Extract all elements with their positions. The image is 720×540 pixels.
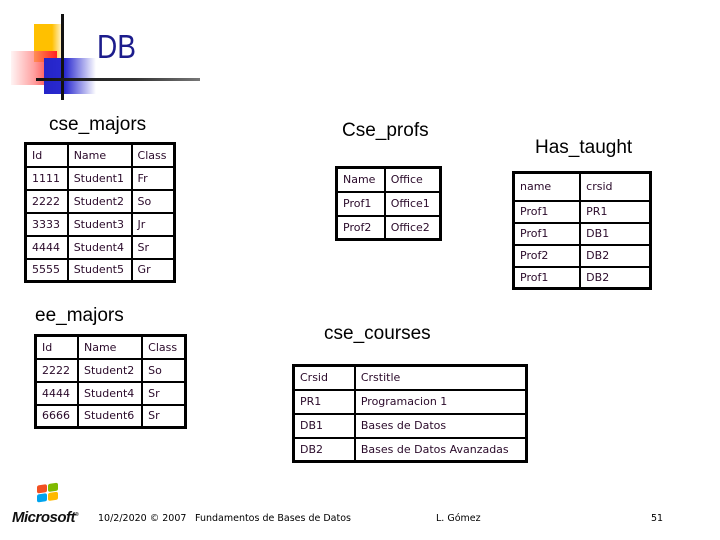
table-cell: Student6 <box>76 403 144 429</box>
table-cell: Prof2 <box>512 243 582 268</box>
table-cell: DB1 <box>292 412 356 439</box>
table-cell: Student4 <box>76 380 144 406</box>
has-taught-table: name crsid Prof1 PR1 Prof1 DB1 Prof2 DB2 Prof1 DB… <box>512 171 652 290</box>
table-cell: So <box>141 357 187 383</box>
slide-title: DB <box>97 28 136 65</box>
footer-author: L. Gómez <box>436 513 481 524</box>
footer-date-copyright: 10/2/2020 © 2007 <box>98 513 187 524</box>
column-header: Name <box>335 166 386 193</box>
table-row: 5555 Student5 Gr <box>24 257 176 283</box>
cse-courses-caption: cse_courses <box>324 323 431 344</box>
column-header: Crsid <box>292 364 356 391</box>
table-cell: Student3 <box>66 211 133 237</box>
microsoft-logo: Microsoft® <box>12 509 79 526</box>
table-cell: Prof1 <box>335 190 386 217</box>
table-cell: Bases de Datos Avanzadas <box>353 436 528 463</box>
table-row: Prof1 DB1 <box>512 221 652 246</box>
table-cell: 4444 <box>34 380 79 406</box>
table-row: Prof1 PR1 <box>512 199 652 224</box>
column-header: Crstitle <box>353 364 528 391</box>
table-row: Prof2 DB2 <box>512 243 652 268</box>
table-cell: Programacion 1 <box>353 388 528 415</box>
table-row: 2222 Student2 So <box>24 188 176 214</box>
table-cell: So <box>130 188 176 214</box>
table-cell: DB2 <box>579 265 652 290</box>
ee-majors-caption: ee_majors <box>35 305 124 326</box>
table-row: 4444 Student4 Sr <box>34 380 187 406</box>
table-cell: Office2 <box>383 214 442 241</box>
microsoft-logo-text: Microsoft <box>12 509 76 526</box>
column-header: Name <box>76 334 144 360</box>
table-cell: Gr <box>130 257 176 283</box>
column-header: Class <box>130 142 176 168</box>
cse-profs-caption: Cse_profs <box>342 120 429 141</box>
ee-majors-table: Id Name Class 2222 Student2 So 4444 Student4 Sr 6… <box>34 334 187 429</box>
registered-mark: ® <box>75 512 79 518</box>
table-cell: PR1 <box>579 199 652 224</box>
column-header: name <box>512 171 582 202</box>
table-cell: 6666 <box>34 403 79 429</box>
table-row: 2222 Student2 So <box>34 357 187 383</box>
footer-page-number: 51 <box>651 513 664 524</box>
microsoft-flag-icon <box>37 482 59 503</box>
table-row: Prof1 Office1 <box>335 190 442 217</box>
table-cell: Sr <box>141 380 187 406</box>
table-cell: 2222 <box>34 357 79 383</box>
table-row: 1111 Student1 Fr <box>24 165 176 191</box>
title-decoration-horizontal-line <box>36 78 200 81</box>
table-row: 4444 Student4 Sr <box>24 234 176 260</box>
table-row: DB2 Bases de Datos Avanzadas <box>292 436 528 463</box>
table-cell: Student1 <box>66 165 133 191</box>
table-cell: DB1 <box>579 221 652 246</box>
table-header-row: Crsid Crstitle <box>292 364 528 391</box>
table-cell: 5555 <box>24 257 69 283</box>
column-header: Id <box>34 334 79 360</box>
table-row: Prof2 Office2 <box>335 214 442 241</box>
table-cell: Student4 <box>66 234 133 260</box>
table-cell: Prof1 <box>512 265 582 290</box>
table-row: DB1 Bases de Datos <box>292 412 528 439</box>
table-cell: Student2 <box>66 188 133 214</box>
column-header: Office <box>383 166 442 193</box>
table-cell: DB2 <box>292 436 356 463</box>
table-cell: 2222 <box>24 188 69 214</box>
table-cell: Prof1 <box>512 199 582 224</box>
cse-profs-table: Name Office Prof1 Office1 Prof2 Office2 <box>335 166 442 241</box>
column-header: Id <box>24 142 69 168</box>
table-row: 3333 Student3 Jr <box>24 211 176 237</box>
table-cell: 4444 <box>24 234 69 260</box>
table-header-row: name crsid <box>512 171 652 202</box>
cse-majors-table: Id Name Class 1111 Student1 Fr 2222 Student2 So 3… <box>24 142 176 283</box>
column-header: Name <box>66 142 133 168</box>
table-row: PR1 Programacion 1 <box>292 388 528 415</box>
column-header: Class <box>141 334 187 360</box>
title-decoration-vertical-line <box>61 14 64 100</box>
table-cell: Jr <box>130 211 176 237</box>
table-cell: 3333 <box>24 211 69 237</box>
table-cell: Prof2 <box>335 214 386 241</box>
table-cell: Student5 <box>66 257 133 283</box>
table-cell: Fr <box>130 165 176 191</box>
table-cell: Prof1 <box>512 221 582 246</box>
table-cell: Sr <box>141 403 187 429</box>
has-taught-caption: Has_taught <box>535 137 633 158</box>
table-cell: Sr <box>130 234 176 260</box>
column-header: crsid <box>579 171 652 202</box>
cse-courses-table: Crsid Crstitle PR1 Programacion 1 DB1 Bases d… <box>292 364 528 463</box>
table-header-row: Name Office <box>335 166 442 193</box>
table-row: Prof1 DB2 <box>512 265 652 290</box>
table-cell: PR1 <box>292 388 356 415</box>
title-decoration-blue-square <box>44 58 96 94</box>
table-header-row: Id Name Class <box>34 334 187 360</box>
cse-majors-caption: cse_majors <box>49 114 147 135</box>
table-cell: Office1 <box>383 190 442 217</box>
table-header-row: Id Name Class <box>24 142 176 168</box>
table-cell: DB2 <box>579 243 652 268</box>
table-row: 6666 Student6 Sr <box>34 403 187 429</box>
table-cell: 1111 <box>24 165 69 191</box>
footer-course-title: Fundamentos de Bases de Datos <box>195 513 351 524</box>
table-cell: Bases de Datos <box>353 412 528 439</box>
table-cell: Student2 <box>76 357 144 383</box>
